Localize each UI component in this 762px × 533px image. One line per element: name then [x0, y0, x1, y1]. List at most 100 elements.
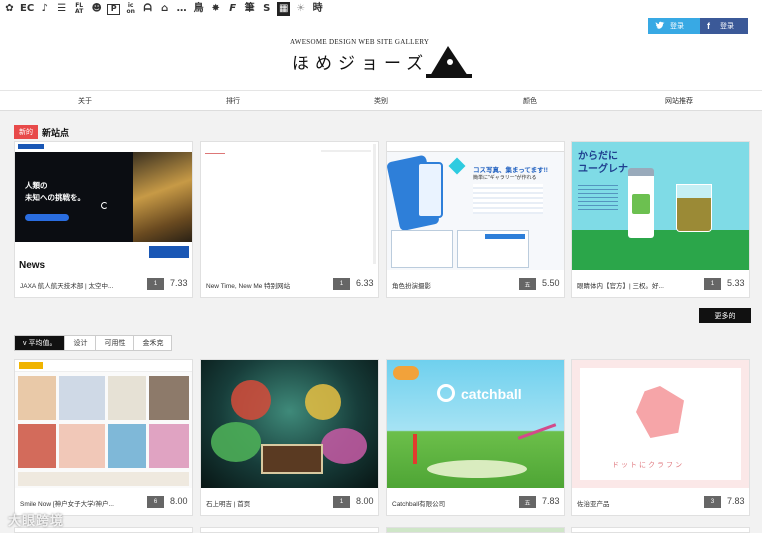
jaxa-headline: 人類の 未知への挑戦を。 — [25, 180, 85, 204]
nav-item-category[interactable]: 类别 — [374, 96, 388, 106]
site-card[interactable]: Smile Now [神户女子大学/神户... 6 8.00 — [14, 359, 193, 516]
tab-design[interactable]: 设计 — [65, 336, 97, 350]
sun-icon[interactable]: ☀ — [294, 2, 307, 16]
nav-item-color[interactable]: 颜色 — [523, 96, 537, 106]
line-icon[interactable]: ☰ — [55, 2, 68, 16]
twitter-login-button[interactable]: 登录 — [648, 18, 700, 34]
facebook-icon: f — [707, 21, 710, 31]
a-shape-icon[interactable]: ᗩ — [141, 2, 154, 16]
site-screenshot[interactable] — [201, 142, 378, 270]
site-card[interactable]: catchball Catchball有限公司 五 7.83 — [386, 359, 565, 516]
photo-tile — [18, 376, 56, 420]
card-score: 7.83 — [542, 496, 560, 506]
heart-icon — [448, 157, 466, 175]
illustration-blob — [211, 422, 261, 462]
satellite-image — [133, 152, 192, 252]
icon-category-button[interactable]: ic on — [124, 2, 137, 16]
site-card[interactable]: コス写真、集まってます!! 簡単に"ギャラリー"が作れる 角色扮演摄影 五 5.… — [386, 141, 565, 298]
card-title[interactable]: JAXA 航人航天技术部 | 太空中... — [20, 280, 145, 290]
twitter-login-label: 登录 — [670, 23, 684, 30]
grid-icon[interactable]: ▦ — [277, 2, 291, 16]
screenshot-panel — [391, 230, 453, 268]
s-icon[interactable]: S — [260, 2, 273, 16]
site-screenshot[interactable] — [15, 360, 192, 488]
phone-mockup-front — [417, 162, 443, 218]
photo-tile — [108, 376, 146, 420]
house-icon[interactable]: ⌂ — [158, 2, 171, 16]
cos-headline: コス写真、集まってます!! — [473, 167, 548, 174]
flower-icon[interactable]: ✿ — [3, 2, 16, 16]
site-card[interactable]: 人類の 未知への挑戦を。 News JAXA 航人航天技术部 | 太空中... … — [14, 141, 193, 298]
category-bar: ✿ EC ♪ ☰ FL AT ☻ P ic on ᗩ ⌂ … 鳥 ✸ F 筆 S… — [0, 0, 762, 18]
site-screenshot[interactable] — [201, 360, 378, 488]
georgia-text: ドットにクラフン — [612, 462, 685, 469]
dots-icon[interactable]: … — [175, 2, 188, 16]
site-screenshot[interactable]: ドットにクラフン — [572, 360, 749, 488]
tab-average[interactable]: v 平均值。 — [15, 336, 66, 350]
card-score: 5.33 — [727, 278, 745, 288]
card-title[interactable]: New Time, New Me 特别网站 — [206, 280, 331, 290]
card-title[interactable]: Smile Now [神户女子大学/神户... — [20, 498, 145, 508]
card-title[interactable]: 佐治亚产品 — [577, 498, 702, 508]
screenshot-mark — [205, 150, 225, 154]
photo-tile — [18, 472, 189, 486]
time-kanji-icon[interactable]: 時 — [311, 2, 324, 16]
more-button[interactable]: 更多的 — [699, 308, 751, 323]
nav-item-ranking[interactable]: 排行 — [226, 96, 240, 106]
tab-jinheke[interactable]: 金禾克 — [134, 336, 171, 350]
site-card[interactable]: 石上明吉 | 首页 1 8.00 — [200, 359, 379, 516]
bird-kanji-icon[interactable]: 鳥 — [192, 2, 205, 16]
page: ✿ EC ♪ ☰ FL AT ☻ P ic on ᗩ ⌂ … 鳥 ✸ F 筆 S… — [0, 0, 762, 533]
nav-item-about[interactable]: 关于 — [78, 96, 92, 106]
screenshot-logo — [19, 362, 43, 369]
ec-category-button[interactable]: EC — [20, 2, 34, 16]
sort-tabs: v 平均值。 设计 可用性 金禾克 — [14, 335, 173, 351]
review-count-badge: 1 — [333, 278, 350, 290]
f-icon[interactable]: F — [226, 2, 239, 16]
flat-category-button[interactable]: FL AT — [72, 2, 86, 16]
card-score: 7.33 — [170, 278, 188, 288]
card-title[interactable]: Catchball有限公司 — [392, 498, 517, 508]
road — [427, 460, 527, 478]
illustration-blob — [305, 384, 341, 420]
screenshot-button — [485, 234, 525, 239]
euglena-headline: からだに ユーグレナ — [578, 150, 628, 176]
photo-tile — [59, 424, 105, 468]
catchball-logo-mark — [437, 384, 455, 402]
site-logo[interactable]: AWESOME DESIGN WEB SITE GALLERY ほめジョーズ — [290, 38, 480, 90]
p-icon[interactable]: P — [107, 3, 121, 15]
site-screenshot[interactable]: コス写真、集まってます!! 簡単に"ギャラリー"が作れる — [387, 142, 564, 270]
card-title[interactable]: 石上明吉 | 首页 — [206, 498, 331, 508]
photo-tile — [18, 424, 56, 468]
twitter-icon — [655, 21, 665, 32]
card-meta: JAXA 航人航天技术部 | 太空中... 1 7.33 — [15, 270, 192, 299]
card-title[interactable]: 眼睛体内【官方】| 三权。好... — [577, 280, 702, 290]
euglena-line1: からだに — [578, 151, 618, 162]
card-title[interactable]: 角色扮演摄影 — [392, 280, 517, 290]
site-card[interactable]: からだに ユーグレナ 眼睛体内【官方】| 三权。好... 1 5.33 — [571, 141, 750, 298]
site-card[interactable]: ドットにクラフン 佐治亚产品 3 7.83 — [571, 359, 750, 516]
green-drink — [677, 198, 711, 231]
card-meta: Catchball有限公司 五 7.83 — [387, 488, 564, 517]
photo-tile — [149, 424, 189, 468]
brush-kanji-icon[interactable]: 筆 — [243, 2, 256, 16]
new-sites-heading: 新的 新站点 — [14, 125, 69, 139]
face-icon[interactable]: ☻ — [90, 2, 103, 16]
review-count-badge: 五 — [519, 278, 536, 290]
site-screenshot[interactable]: 人類の 未知への挑戦を。 News — [15, 142, 192, 270]
review-count-badge: 1 — [333, 496, 350, 508]
starburst-icon[interactable]: ✸ — [209, 2, 222, 16]
music-note-icon[interactable]: ♪ — [38, 2, 51, 16]
site-screenshot[interactable]: catchball — [387, 360, 564, 488]
facebook-login-label: 登录 — [720, 23, 734, 30]
site-screenshot[interactable]: からだに ユーグレナ — [572, 142, 749, 270]
photo-tile — [149, 376, 189, 420]
nav-item-recommended[interactable]: 网站推荐 — [665, 96, 693, 106]
review-count-badge: 6 — [147, 496, 164, 508]
card-score: 5.50 — [542, 278, 560, 288]
card-meta: New Time, New Me 特别网站 1 6.33 — [201, 270, 378, 299]
tab-usability[interactable]: 可用性 — [96, 336, 135, 350]
card-score: 7.83 — [727, 496, 745, 506]
facebook-login-button[interactable]: f 登录 — [700, 18, 748, 34]
site-card[interactable]: New Time, New Me 特别网站 1 6.33 — [200, 141, 379, 298]
